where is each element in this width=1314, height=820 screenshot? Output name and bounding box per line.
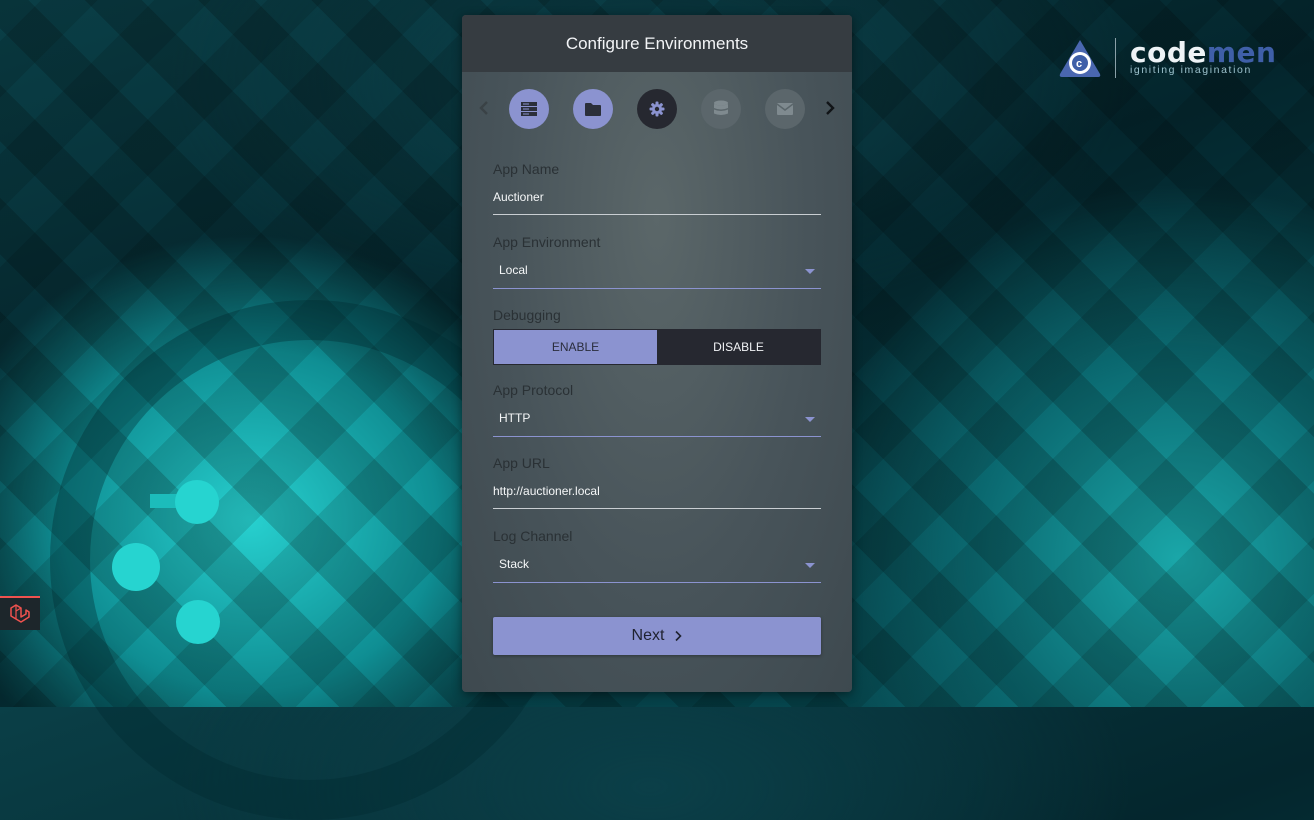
configure-environments-card: Configure Environments App Name Auctione… (462, 15, 852, 692)
background-circuit-node (176, 600, 220, 644)
app-url-underline (493, 508, 821, 509)
chevron-right-icon (675, 630, 683, 642)
debugging-enable-button[interactable]: ENABLE (494, 330, 657, 364)
step-settings[interactable] (637, 89, 677, 129)
card-header: Configure Environments (462, 15, 852, 72)
app-environment-field: App Environment Local (493, 232, 821, 305)
step-server[interactable] (509, 89, 549, 129)
logo-divider (1115, 38, 1116, 78)
brand-logo: c codemen igniting imagination (1058, 36, 1278, 80)
background-circuit-node (112, 543, 160, 591)
debugging-disable-button[interactable]: DISABLE (657, 330, 820, 364)
envelope-icon (776, 103, 794, 115)
chevron-left-icon (479, 101, 488, 115)
app-name-input[interactable]: Auctioner (493, 187, 821, 207)
previous-step-arrow[interactable] (476, 98, 492, 118)
laravel-icon (10, 604, 30, 623)
next-step-arrow[interactable] (822, 98, 838, 118)
app-name-underline (493, 214, 821, 215)
next-button[interactable]: Next (493, 617, 821, 655)
brand-tagline: igniting imagination (1130, 64, 1252, 76)
debugging-field: Debugging ENABLE DISABLE (493, 305, 821, 380)
app-url-label: App URL (493, 455, 550, 471)
svg-text:c: c (1076, 58, 1082, 70)
app-environment-label: App Environment (493, 234, 601, 250)
log-channel-underline (493, 582, 821, 583)
debugging-toggle: ENABLE DISABLE (493, 329, 821, 365)
wizard-steps (462, 88, 852, 130)
app-environment-select[interactable]: Local (493, 260, 821, 280)
app-protocol-field: App Protocol HTTP (493, 380, 821, 453)
app-protocol-underline (493, 436, 821, 437)
app-url-field: App URL http://auctioner.local (493, 453, 821, 526)
laravel-debug-badge[interactable] (0, 596, 40, 630)
folder-icon (585, 102, 601, 116)
next-button-label: Next (631, 627, 665, 644)
server-icon (521, 102, 537, 116)
app-protocol-select[interactable]: HTTP (493, 408, 821, 428)
dropdown-caret-icon (805, 269, 815, 274)
app-environment-value: Local (499, 263, 528, 277)
database-icon (714, 100, 728, 115)
app-protocol-label: App Protocol (493, 382, 574, 398)
app-url-input[interactable]: http://auctioner.local (493, 481, 821, 501)
dropdown-caret-icon (805, 417, 815, 422)
step-folder[interactable] (573, 89, 613, 129)
app-environment-underline (493, 288, 821, 289)
environment-form: App Name Auctioner App Environment Local… (493, 159, 821, 599)
chevron-right-icon (826, 101, 835, 115)
dropdown-caret-icon (805, 563, 815, 568)
step-mail[interactable] (765, 89, 805, 129)
log-channel-select[interactable]: Stack (493, 554, 821, 574)
log-channel-value: Stack (499, 557, 530, 571)
debugging-label: Debugging (493, 307, 561, 323)
page-title: Configure Environments (565, 33, 749, 53)
app-protocol-value: HTTP (499, 411, 531, 425)
log-channel-field: Log Channel Stack (493, 526, 821, 599)
step-database[interactable] (701, 89, 741, 129)
app-name-field: App Name Auctioner (493, 159, 821, 232)
codemen-logo-icon: c (1059, 40, 1101, 77)
app-name-label: App Name (493, 161, 560, 177)
background-circuit-node (175, 480, 219, 524)
log-channel-label: Log Channel (493, 528, 573, 544)
gear-icon (649, 101, 665, 117)
